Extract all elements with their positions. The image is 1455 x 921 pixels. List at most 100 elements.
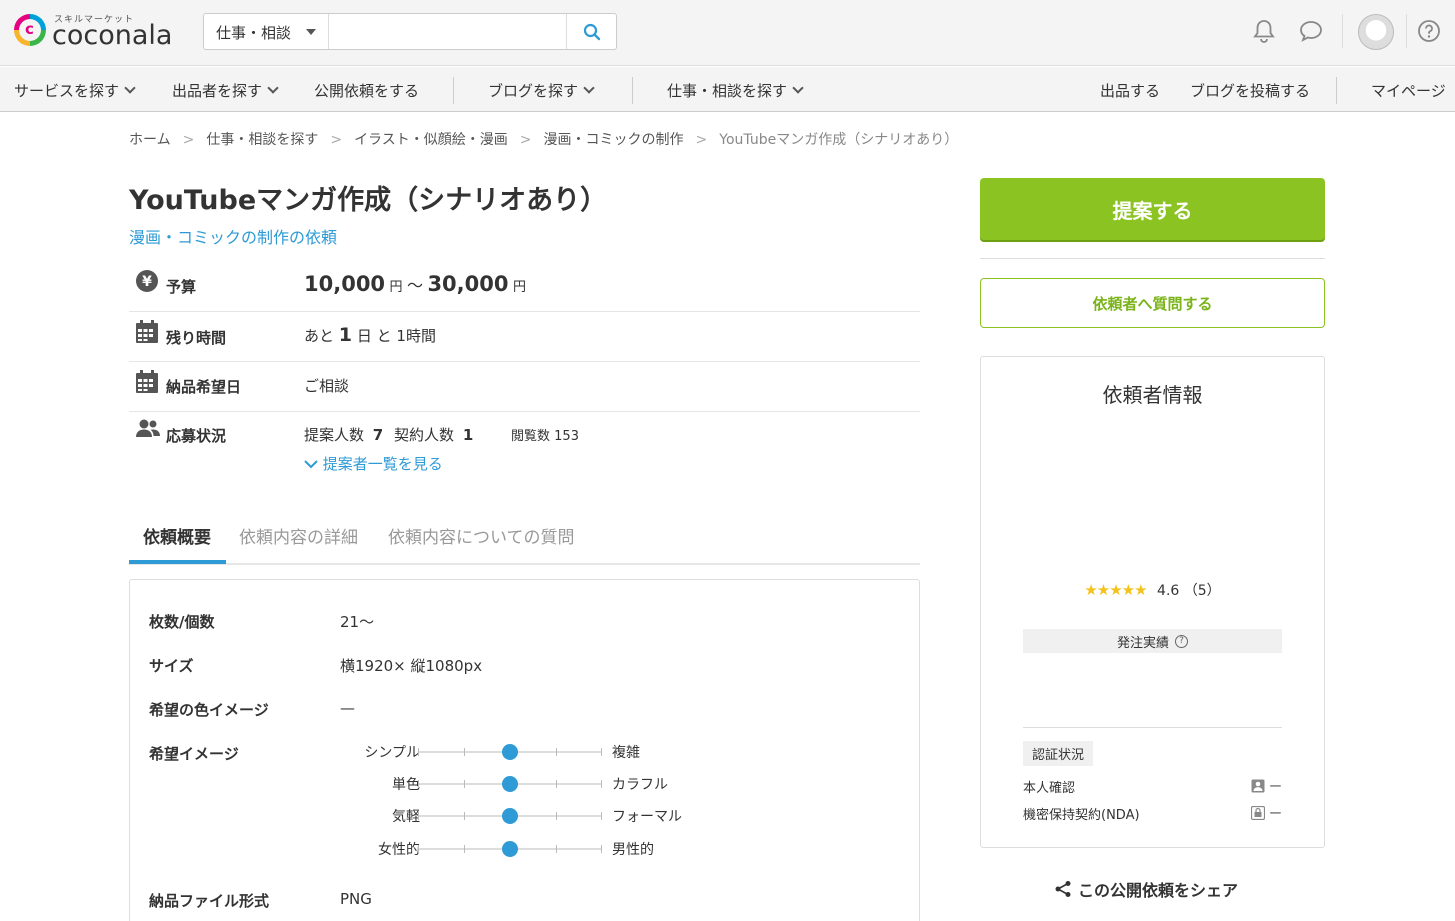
slider-tick <box>464 812 465 820</box>
tab-details[interactable]: 依頼内容の詳細 <box>239 523 358 548</box>
remaining-prefix: あと <box>304 327 335 345</box>
messages-button[interactable] <box>1296 16 1326 46</box>
rating-count: （5） <box>1183 583 1221 599</box>
slider-tick <box>418 748 419 756</box>
id-card-icon <box>1251 779 1265 792</box>
logo-c-letter: c <box>25 20 34 38</box>
breadcrumb-current: YouTubeマンガ作成（シナリオあり） <box>719 132 959 148</box>
search-category-select[interactable]: 仕事・相談 <box>204 14 329 49</box>
remaining-time-row: 残り時間 あと 1 日 と 1時間 <box>129 312 920 362</box>
nav-label: マイページ <box>1371 82 1446 100</box>
budget-value: 10,000 円 〜 30,000 円 <box>304 272 526 296</box>
help-icon <box>1418 20 1440 42</box>
sidebar-divider <box>980 258 1325 259</box>
main-nav: サービスを探す 出品者を探す 公開依頼をする ブログを探す 仕事・相談を探す 出… <box>0 67 1455 112</box>
nav-find-sellers[interactable]: 出品者を探す <box>172 80 279 101</box>
chevron-down-icon <box>792 82 804 94</box>
yen-icon: ¥ <box>135 269 159 297</box>
coconala-logo[interactable]: c スキルマーケット coconala <box>14 12 184 52</box>
category-link[interactable]: 漫画・コミックの制作の依頼 <box>129 224 337 248</box>
caret-down-icon <box>306 29 316 35</box>
slider-mono-colorful: 単色 カラフル <box>280 774 700 794</box>
share-request-link[interactable]: この公開依頼をシェア <box>1054 877 1238 901</box>
notification-bell-button[interactable] <box>1249 16 1279 46</box>
search-input[interactable] <box>330 14 567 49</box>
slider-tick <box>556 812 557 820</box>
share-label: この公開依頼をシェア <box>1078 881 1239 900</box>
application-status-label: 応募状況 <box>166 427 227 445</box>
page-title: YouTubeマンガ作成（シナリオあり） <box>129 185 608 216</box>
nav-my-page[interactable]: マイページ <box>1371 80 1446 101</box>
site-header: c スキルマーケット coconala 仕事・相談 <box>0 0 1455 66</box>
nav-post-request[interactable]: 公開依頼をする <box>314 80 419 101</box>
remaining-day-unit: 日 <box>356 327 372 345</box>
slider-right-label: 複雑 <box>612 745 640 761</box>
header-divider <box>1406 14 1407 48</box>
yen-unit: 円 <box>389 280 403 295</box>
propose-button[interactable]: 提案する <box>980 178 1325 240</box>
nav-sell[interactable]: 出品する <box>1100 80 1160 101</box>
proposal-counts: 提案人数 7 契約人数 1 <box>304 424 473 445</box>
size-value: 横1920× 縦1080px <box>340 657 483 675</box>
logo-wordmark: coconala <box>52 20 173 51</box>
verification-badge: 認証状況 <box>1023 741 1094 766</box>
range-tilde: 〜 <box>406 276 423 295</box>
slider-knob <box>502 808 518 824</box>
breadcrumb-manga[interactable]: 漫画・コミックの制作 <box>544 132 684 148</box>
slider-track <box>418 744 602 760</box>
user-avatar[interactable] <box>1358 14 1394 50</box>
breadcrumb-separator: > <box>182 132 195 148</box>
ask-client-button[interactable]: 依頼者へ質問する <box>980 278 1325 328</box>
nav-label: 出品者を探す <box>172 82 263 100</box>
nav-label: ブログを探す <box>488 82 579 100</box>
nav-divider <box>632 77 633 104</box>
remaining-hours: 1時間 <box>396 327 436 345</box>
count-label: 枚数/個数 <box>149 613 215 631</box>
help-button[interactable] <box>1414 16 1444 46</box>
proposer-list-link[interactable]: 提案者一覧を見る <box>304 453 443 474</box>
nav-label: 公開依頼をする <box>314 82 420 100</box>
chevron-down-icon <box>583 82 595 94</box>
tab-questions[interactable]: 依頼内容についての質問 <box>388 523 575 548</box>
slider-feminine-masculine: 女性的 男性的 <box>280 839 700 859</box>
proposer-list-label: 提案者一覧を見る <box>322 455 443 473</box>
order-history-bar: 発注実績 ? <box>1023 629 1282 653</box>
search-icon <box>583 23 600 40</box>
slider-knob <box>502 776 518 792</box>
nav-label: 仕事・相談を探す <box>667 82 788 100</box>
nav-find-services[interactable]: サービスを探す <box>14 80 136 101</box>
search-button[interactable] <box>566 14 616 49</box>
slider-tick <box>601 845 602 853</box>
client-info-panel: 依頼者情報 ★★★★★ 4.6 （5） 発注実績 ? 認証状況 本人確認 ー 機… <box>980 356 1325 848</box>
tab-overview[interactable]: 依頼概要 <box>143 523 211 548</box>
request-tabs: 依頼概要 依頼内容の詳細 依頼内容についての質問 <box>129 511 920 565</box>
contracts-label: 契約人数 <box>394 426 455 444</box>
application-status-row: 応募状況 提案人数 7 契約人数 1 閲覧数 153 提案者一覧を見る <box>129 412 920 482</box>
breadcrumb-jobs[interactable]: 仕事・相談を探す <box>206 132 318 148</box>
deadline-value: ご相談 <box>304 377 350 395</box>
breadcrumb-home[interactable]: ホーム <box>129 132 171 148</box>
slider-track <box>418 808 602 824</box>
nav-post-blog[interactable]: ブログを投稿する <box>1190 80 1310 101</box>
nav-label: ブログを投稿する <box>1190 82 1311 100</box>
nav-find-blogs[interactable]: ブログを探す <box>488 80 595 101</box>
breadcrumb-separator: > <box>519 132 532 148</box>
help-icon[interactable]: ? <box>1175 634 1188 648</box>
remaining-and: と <box>376 327 392 345</box>
chevron-down-icon <box>304 460 318 469</box>
client-rating[interactable]: ★★★★★ 4.6 （5） <box>981 580 1324 600</box>
size-label: サイズ <box>149 657 194 675</box>
nav-find-jobs[interactable]: 仕事・相談を探す <box>667 80 804 101</box>
slider-tick <box>556 845 557 853</box>
calendar-icon <box>135 320 159 348</box>
slider-left-label: 女性的 <box>378 842 420 858</box>
nav-label: サービスを探す <box>14 82 120 100</box>
client-divider <box>1023 727 1282 728</box>
deadline-row: 納品希望日 ご相談 <box>129 362 920 412</box>
slider-tick <box>464 748 465 756</box>
svg-text:¥: ¥ <box>142 274 152 290</box>
views-count: 153 <box>554 429 579 444</box>
budget-min: 10,000 <box>304 272 386 296</box>
slider-left-label: シンプル <box>364 745 420 761</box>
breadcrumb-illustration[interactable]: イラスト・似顔絵・漫画 <box>354 132 508 148</box>
